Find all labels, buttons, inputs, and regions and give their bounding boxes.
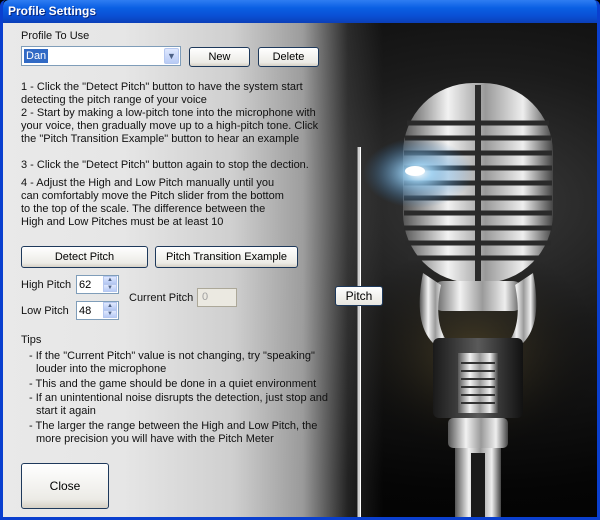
profile-selected-value: Dan xyxy=(24,49,49,63)
low-pitch-spinner[interactable]: ▲ ▼ xyxy=(76,301,119,320)
profile-settings-window: Profile Settings Profile To Use Dan ▼ Ne… xyxy=(0,0,600,520)
tip-line: louder into the microphone xyxy=(36,363,167,375)
tip-line: - If the "Current Pitch" value is not ch… xyxy=(29,350,315,362)
current-pitch-label: Current Pitch xyxy=(129,292,194,304)
pitch-slider-thumb[interactable]: Pitch xyxy=(335,286,383,306)
instruction-line: 3 - Click the "Detect Pitch" button agai… xyxy=(21,159,309,171)
spin-up-icon[interactable]: ▲ xyxy=(103,302,117,310)
high-pitch-label: High Pitch xyxy=(21,279,72,291)
tip-line: - The larger the range between the High … xyxy=(29,420,318,432)
instruction-line: the "Pitch Transition Example" button to… xyxy=(21,133,300,145)
high-pitch-spinner[interactable]: ▲ ▼ xyxy=(76,275,119,294)
window-title: Profile Settings xyxy=(8,4,97,18)
title-bar[interactable]: Profile Settings xyxy=(3,0,597,23)
instruction-line: High and Low Pitches must be at least 10 xyxy=(21,216,224,228)
delete-profile-button[interactable]: Delete xyxy=(258,47,319,67)
instruction-line: detecting the pitch range of your voice xyxy=(21,94,207,106)
tip-line: more precision you will have with the Pi… xyxy=(36,433,274,445)
client-area: Profile To Use Dan ▼ New Delete 1 - Clic… xyxy=(3,23,597,517)
detect-pitch-button[interactable]: Detect Pitch xyxy=(21,246,148,268)
spin-down-icon[interactable]: ▼ xyxy=(103,310,117,318)
tip-line: - If an unintentional noise disrupts the… xyxy=(29,392,329,404)
instruction-line: 1 - Click the "Detect Pitch" button to h… xyxy=(21,81,303,93)
profile-select[interactable]: Dan ▼ xyxy=(21,46,181,66)
low-pitch-input[interactable] xyxy=(78,303,103,318)
spin-up-icon[interactable]: ▲ xyxy=(103,276,117,284)
new-profile-button[interactable]: New xyxy=(189,47,250,67)
tip-line: - This and the game should be done in a … xyxy=(29,378,317,390)
tips-heading: Tips xyxy=(21,334,42,346)
tip-line: start it again xyxy=(36,405,96,417)
instruction-line: your voice, then gradually move up to a … xyxy=(21,120,319,132)
pitch-transition-example-button[interactable]: Pitch Transition Example xyxy=(155,246,298,268)
instruction-line: 2 - Start by making a low-pitch tone int… xyxy=(21,107,316,119)
low-pitch-label: Low Pitch xyxy=(21,305,69,317)
close-button[interactable]: Close xyxy=(21,463,109,509)
spin-down-icon[interactable]: ▼ xyxy=(103,284,117,292)
current-pitch-value: 0 xyxy=(197,288,237,307)
instruction-line: 4 - Adjust the High and Low Pitch manual… xyxy=(21,177,275,189)
chevron-down-icon[interactable]: ▼ xyxy=(164,48,179,64)
instruction-line: can comfortably move the Pitch slider fr… xyxy=(21,190,284,202)
pitch-slider-track[interactable] xyxy=(357,147,361,517)
instruction-line: to the top of the scale. The difference … xyxy=(21,203,266,215)
profile-label: Profile To Use xyxy=(21,30,90,42)
high-pitch-input[interactable] xyxy=(78,277,103,292)
